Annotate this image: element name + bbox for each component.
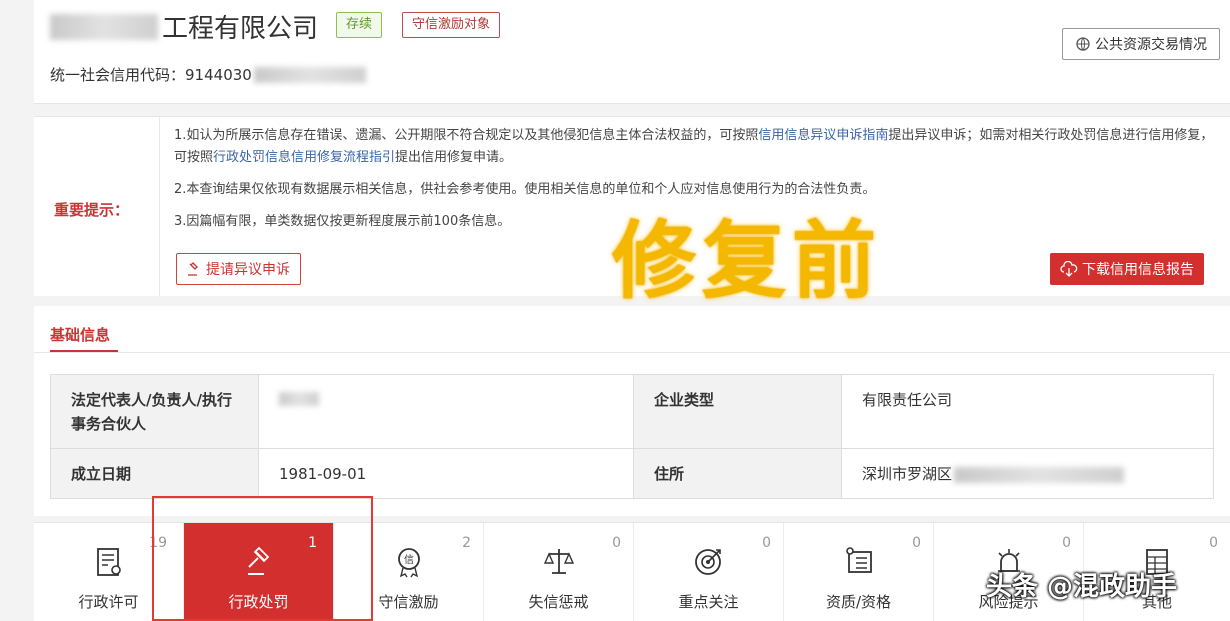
appeal-guide-link[interactable]: 信用信息异议申诉指南 [758, 128, 888, 143]
table-row: 法定代表人/负责人/执行事务合伙人 企业类型 有限责任公司 [50, 374, 1214, 449]
cloud-download-icon [1060, 261, 1078, 277]
redacted-address [954, 466, 1125, 483]
license-icon [96, 548, 121, 576]
public-resource-button[interactable]: 公共资源交易情况 [1062, 28, 1220, 60]
credit-medal-icon: 信 [397, 548, 420, 578]
tab-qualification[interactable]: 0 资质/资格 [784, 523, 934, 621]
credit-code-value: 9144030 [185, 65, 252, 84]
credit-code: 统一社会信用代码： 9144030 [50, 64, 366, 85]
repair-guide-link[interactable]: 行政处罚信息信用修复流程指引 [213, 150, 395, 165]
globe-lock-icon [1076, 37, 1090, 51]
type-label: 企业类型 [633, 374, 842, 449]
highlight-box [152, 496, 373, 621]
notice-label: 重要提示： [54, 201, 130, 219]
date-label: 成立日期 [50, 448, 259, 499]
toutiao-watermark: 头条 @混政助手 [986, 572, 1178, 602]
basic-info-section: 基础信息 法定代表人/负责人/执行事务合伙人 企业类型 有限责任公司 成立日期 … [34, 306, 1230, 516]
certificate-icon [845, 547, 872, 573]
rep-value [258, 374, 634, 449]
type-value: 有限责任公司 [841, 374, 1214, 449]
appeal-button[interactable]: 提请异议申诉 [176, 253, 301, 285]
svg-text:信: 信 [404, 554, 414, 566]
basic-info-tab[interactable]: 基础信息 [50, 324, 110, 345]
before-repair-watermark: 修复前 [612, 212, 883, 310]
redacted-rep [279, 391, 319, 406]
incentive-badge: 守信激励对象 [402, 12, 501, 38]
redacted-code [253, 66, 366, 83]
company-header: 工程有限公司 存续 守信激励对象 统一社会信用代码： 9144030 公共资源交… [34, 0, 1230, 104]
table-row: 成立日期 1981-09-01 住所 深圳市罗湖区 [50, 448, 1214, 499]
tab-dishonest-punish[interactable]: 0 失信惩戒 [484, 523, 634, 621]
company-name: 工程有限公司 [50, 8, 318, 45]
basic-info-table: 法定代表人/负责人/执行事务合伙人 企业类型 有限责任公司 成立日期 1981-… [50, 374, 1214, 499]
status-badge: 存续 [336, 12, 383, 38]
rep-label: 法定代表人/负责人/执行事务合伙人 [50, 374, 259, 449]
download-report-button[interactable]: 下载信用信息报告 [1050, 253, 1204, 285]
scales-icon [543, 549, 574, 574]
tab-key-focus[interactable]: 0 重点关注 [634, 523, 784, 621]
redacted-name [50, 13, 158, 40]
address-value: 深圳市罗湖区 [841, 448, 1214, 499]
date-value: 1981-09-01 [258, 448, 634, 499]
address-label: 住所 [633, 448, 842, 499]
target-icon [694, 549, 721, 575]
hammer-icon [188, 262, 198, 276]
